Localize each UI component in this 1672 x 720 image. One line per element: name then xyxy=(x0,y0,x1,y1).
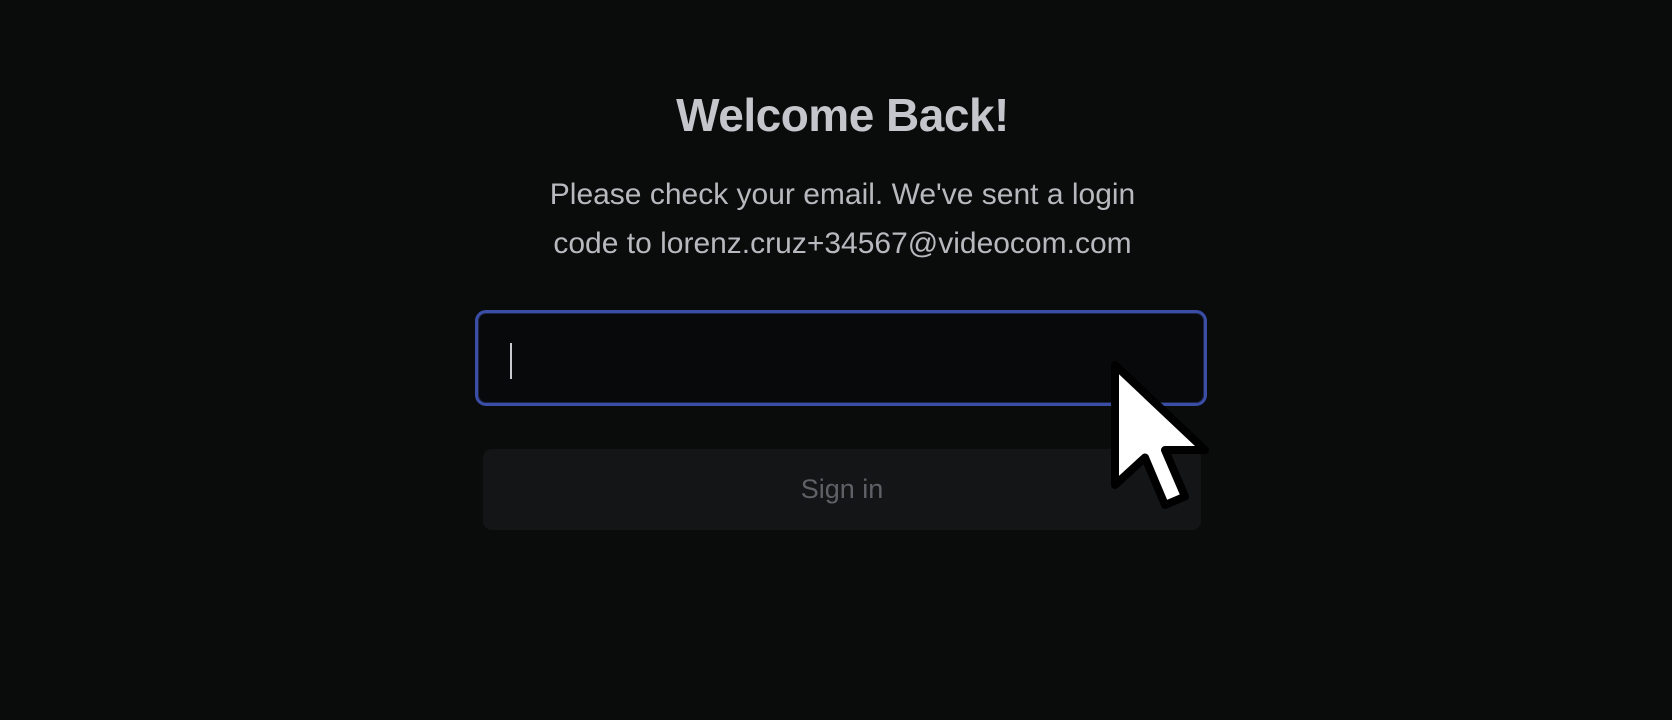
login-message-line-1: Please check your email. We've sent a lo… xyxy=(549,178,1136,211)
login-code-input[interactable] xyxy=(478,313,1204,403)
mouse-pointer-icon xyxy=(1111,361,1209,509)
login-message: Please check your email. We've sent a lo… xyxy=(0,170,1672,268)
login-screen: Welcome Back! Please check your email. W… xyxy=(0,0,1672,720)
login-message-line-2: code to lorenz.cruz+34567@videocom.com xyxy=(553,227,1132,260)
sign-in-button[interactable]: Sign in xyxy=(483,449,1201,530)
login-card: Welcome Back! Please check your email. W… xyxy=(0,0,1672,720)
text-caret xyxy=(510,343,512,379)
login-code-field[interactable] xyxy=(475,310,1207,406)
page-title: Welcome Back! xyxy=(676,89,1009,141)
